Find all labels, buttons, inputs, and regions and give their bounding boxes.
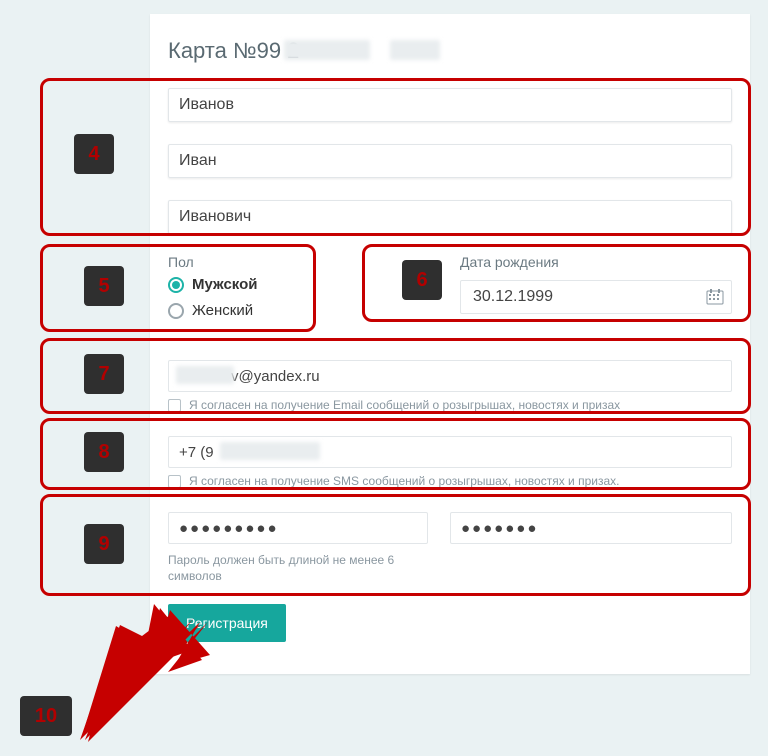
form-card: Карта №99 2 Пол Мужской Женский Дата рож… — [150, 14, 750, 674]
sms-consent-row[interactable]: Я согласен на получение SMS сообщений о … — [168, 474, 619, 488]
first-name-input[interactable] — [168, 144, 732, 178]
password-input[interactable] — [168, 512, 428, 544]
dob-input[interactable] — [460, 280, 732, 314]
gender-label: Пол — [168, 254, 194, 270]
last-name-input[interactable] — [168, 88, 732, 122]
password-confirm-input[interactable] — [450, 512, 732, 544]
radio-off-icon — [168, 303, 184, 319]
email-consent-row[interactable]: Я согласен на получение Email сообщений … — [168, 398, 620, 412]
annotation-number-4: 4 — [74, 134, 114, 174]
redacted — [220, 442, 320, 460]
dob-field — [460, 280, 732, 316]
annotation-number-10: 10 — [20, 696, 72, 736]
gender-female-label: Женский — [192, 302, 253, 319]
email-consent-label: Я согласен на получение Email сообщений … — [189, 398, 620, 412]
dob-label: Дата рождения — [460, 254, 559, 270]
calendar-icon[interactable] — [706, 288, 724, 306]
annotation-number-7: 7 — [84, 354, 124, 394]
middle-name-input[interactable] — [168, 200, 732, 234]
redacted — [176, 366, 234, 384]
password-help: Пароль должен быть длиной не менее 6 сим… — [168, 552, 418, 584]
card-title: Карта №99 2 — [168, 38, 299, 64]
radio-on-icon — [168, 277, 184, 293]
email-input[interactable] — [168, 360, 732, 392]
gender-female-option[interactable]: Женский — [168, 302, 253, 319]
gender-male-label: Мужской — [192, 276, 258, 293]
annotation-number-5: 5 — [84, 266, 124, 306]
gender-male-option[interactable]: Мужской — [168, 276, 258, 293]
submit-button[interactable]: Регистрация — [168, 604, 286, 642]
redacted — [284, 40, 370, 60]
annotation-number-8: 8 — [84, 432, 124, 472]
annotation-number-9: 9 — [84, 524, 124, 564]
redacted — [390, 40, 440, 60]
checkbox-icon — [168, 475, 181, 488]
sms-consent-label: Я согласен на получение SMS сообщений о … — [189, 474, 619, 488]
checkbox-icon — [168, 399, 181, 412]
annotation-number-6: 6 — [402, 260, 442, 300]
